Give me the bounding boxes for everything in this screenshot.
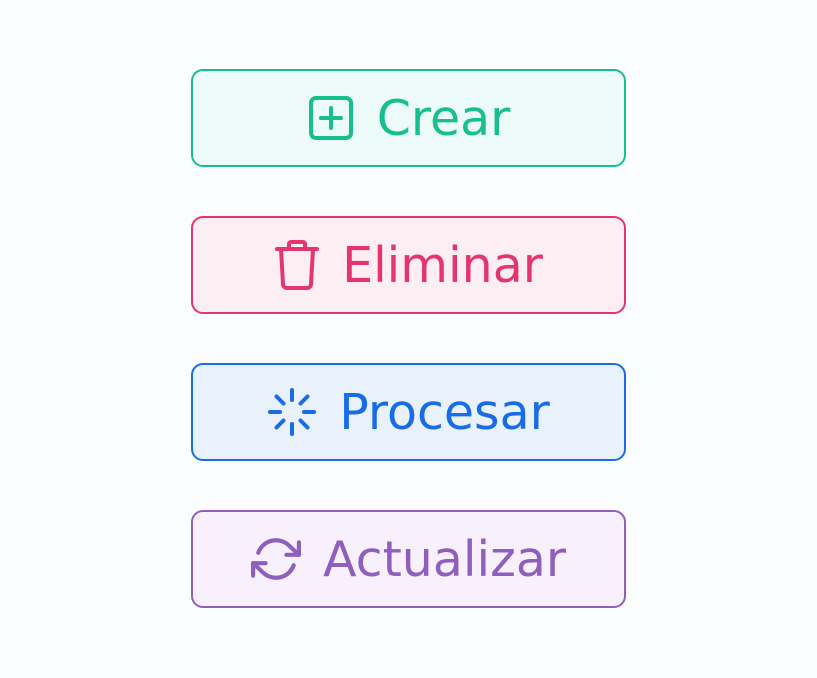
plus-square-icon	[307, 94, 355, 142]
process-button[interactable]: Procesar	[191, 363, 626, 461]
button-stack: Crear Eliminar Procesar Actualizar	[191, 69, 626, 657]
loader-icon	[267, 387, 317, 437]
delete-button[interactable]: Eliminar	[191, 216, 626, 314]
create-button[interactable]: Crear	[191, 69, 626, 167]
refresh-button[interactable]: Actualizar	[191, 510, 626, 608]
trash-icon	[274, 239, 320, 291]
refresh-icon	[250, 534, 301, 584]
process-label: Procesar	[339, 383, 550, 441]
refresh-label: Actualizar	[322, 530, 566, 588]
delete-label: Eliminar	[342, 236, 543, 294]
create-label: Crear	[376, 89, 511, 147]
